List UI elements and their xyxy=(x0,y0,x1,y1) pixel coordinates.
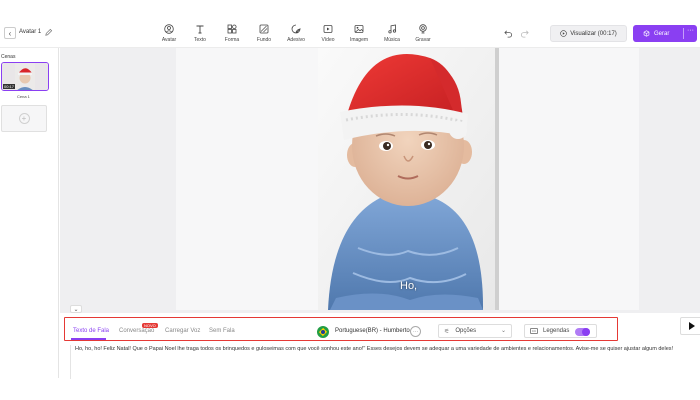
play-icon xyxy=(689,322,695,330)
tool-label: Música xyxy=(384,37,400,43)
new-badge: NOVO xyxy=(142,323,158,328)
background-icon xyxy=(259,24,269,34)
tool-label: Adesivo xyxy=(287,37,305,43)
shape-icon xyxy=(227,24,237,34)
scenes-title: Cenas xyxy=(1,54,16,60)
collapse-panel-button[interactable]: ⌄ xyxy=(70,305,82,313)
generate-icon xyxy=(643,30,650,37)
tool-shape[interactable]: Forma xyxy=(221,24,243,43)
video-icon xyxy=(323,25,333,33)
subtitles-toggle[interactable] xyxy=(575,328,590,336)
options-dropdown[interactable]: ⚟ Opções ⌄ xyxy=(438,324,512,338)
avatar-photo[interactable] xyxy=(318,48,499,310)
preview-label: Visualizar (00:17) xyxy=(570,30,617,37)
sliders-icon: ⚟ xyxy=(444,328,450,335)
preview-button[interactable]: Visualizar (00:17) xyxy=(550,25,627,42)
play-circle-icon xyxy=(560,30,567,37)
brazil-flag-icon xyxy=(317,326,329,338)
tool-label: Imagem xyxy=(349,37,369,43)
undo-icon[interactable] xyxy=(504,29,513,38)
tool-label: Fundo xyxy=(256,37,272,43)
redo-icon[interactable] xyxy=(520,29,529,38)
play-button[interactable] xyxy=(680,317,700,335)
canvas-stage[interactable]: Ho, xyxy=(176,48,639,310)
tool-background[interactable]: Fundo xyxy=(253,24,275,43)
tool-label: Gravar xyxy=(415,37,431,43)
tab-upload-voice[interactable]: Carregar Voz xyxy=(165,328,200,334)
voice-more-button[interactable]: ··· xyxy=(410,326,421,337)
tool-text[interactable]: Texto xyxy=(189,24,211,43)
sticker-icon xyxy=(291,24,301,34)
scene-duration: 00:17 xyxy=(3,84,16,89)
chevron-down-icon: ⌄ xyxy=(500,328,506,334)
tool-sticker[interactable]: Adesivo xyxy=(285,24,307,43)
divider xyxy=(683,28,684,39)
tool-label: Avatar xyxy=(161,37,177,43)
scene-name: Cena 1 xyxy=(17,94,30,99)
pencil-icon[interactable] xyxy=(44,28,53,37)
canvas-area: Ho, xyxy=(60,48,700,313)
tool-label: Forma xyxy=(224,37,240,43)
back-button[interactable]: ‹ xyxy=(4,27,16,39)
generate-label: Gerar xyxy=(654,30,670,37)
text-icon xyxy=(196,25,204,34)
speech-panel: Texto de Fala Conversação NOVO Carregar … xyxy=(60,313,700,380)
active-tab-indicator xyxy=(71,338,106,340)
image-icon xyxy=(354,25,364,33)
closed-caption-icon: CC xyxy=(530,328,538,334)
subtitles-label: Legendas xyxy=(543,328,570,334)
script-textarea[interactable]: Ho, ho, ho! Feliz Natal! Que o Papai Noe… xyxy=(70,345,690,379)
child-santa-hat-image xyxy=(318,48,499,310)
tool-avatar[interactable]: Avatar xyxy=(158,24,180,43)
subtitles-control: CC Legendas xyxy=(524,324,597,338)
editor-app: ‹ Avatar 1 Avatar Texto Forma Fundo Ades… xyxy=(0,0,700,400)
record-icon xyxy=(419,24,427,34)
subtitle-caption: Ho, xyxy=(400,280,418,292)
tool-label: Vídeo xyxy=(321,37,335,43)
speech-controls-highlight: Texto de Fala Conversação NOVO Carregar … xyxy=(64,317,618,341)
add-scene-button[interactable]: + xyxy=(1,105,47,132)
tool-label: Texto xyxy=(194,37,206,43)
top-toolbar: ‹ Avatar 1 Avatar Texto Forma Fundo Ades… xyxy=(0,0,700,48)
options-label: Opções xyxy=(455,328,477,334)
scene-thumbnail[interactable]: 00:17 xyxy=(1,62,49,91)
project-title[interactable]: Avatar 1 xyxy=(19,29,41,35)
generate-more-button[interactable]: ··· xyxy=(687,27,694,34)
tool-video[interactable]: Vídeo xyxy=(317,24,339,43)
tool-image[interactable]: Imagem xyxy=(348,24,370,43)
tab-no-speech[interactable]: Sem Fala xyxy=(209,328,235,334)
tab-text-to-speech[interactable]: Texto de Fala xyxy=(73,328,109,334)
scenes-panel: Cenas 00:17 Cena 1 + xyxy=(0,48,59,378)
generate-button[interactable]: Gerar ··· xyxy=(633,25,697,42)
plus-icon: + xyxy=(18,113,30,124)
music-icon xyxy=(388,24,397,34)
avatar-icon xyxy=(164,24,174,34)
voice-selector[interactable]: Portuguese(BR) - Humberto xyxy=(335,328,410,334)
tool-record[interactable]: Gravar xyxy=(412,24,434,43)
tab-conversation[interactable]: Conversação xyxy=(119,328,154,334)
tool-music[interactable]: Música xyxy=(381,24,403,43)
